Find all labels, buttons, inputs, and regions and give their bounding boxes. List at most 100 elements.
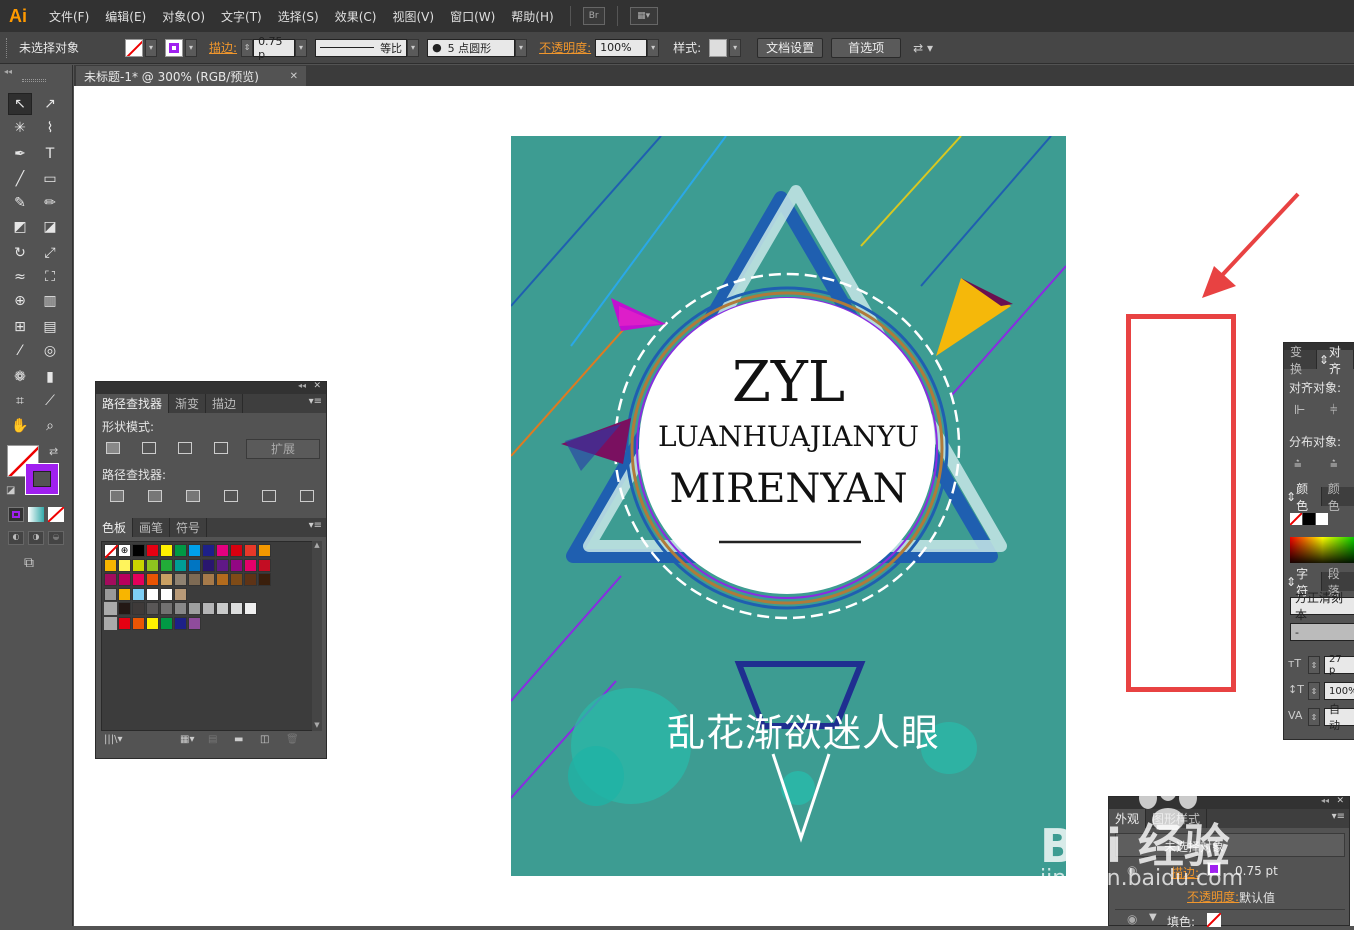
stroke-weight-stepper[interactable]: ⇕ [241,38,254,57]
document-tab[interactable]: 未标题-1* @ 300% (RGB/预览) ✕ [76,66,306,86]
swatch[interactable] [146,573,159,586]
exclude-icon[interactable] [214,442,228,454]
stroke-dropdown[interactable]: ▾ [185,38,198,57]
font-family-field[interactable]: 方正清刻本 [1290,591,1354,622]
free-transform-tool-icon[interactable]: ⛶ [38,266,62,288]
draw-behind-icon[interactable]: ◑ [28,531,44,545]
swatch[interactable] [202,602,215,615]
swatch[interactable] [216,573,229,586]
draw-normal-icon[interactable]: ◐ [8,531,24,545]
menu-file[interactable]: 文件(F) [41,8,97,25]
style-swatch[interactable] [709,38,728,57]
swatch[interactable] [216,544,229,557]
swatch[interactable] [146,587,159,601]
swatch[interactable] [132,602,145,615]
new-color-group-icon[interactable]: ▬ [234,734,243,745]
stroke-color-box[interactable] [25,463,59,495]
tab-appearance[interactable]: 外观 [1109,809,1147,828]
font-style-field[interactable]: - [1290,623,1354,641]
unite-icon[interactable] [106,442,120,454]
mesh-tool-icon[interactable]: ⊞ [8,316,32,338]
swatch[interactable] [216,558,229,572]
swatch[interactable] [188,573,201,586]
leading-stepper[interactable]: ⇕ [1308,682,1320,700]
expand-button[interactable]: 扩展 [246,439,320,459]
line-tool-icon[interactable]: ╱ [8,168,32,190]
appearance-stroke-row[interactable]: ◉ 描边: 0.75 pt [1115,859,1345,883]
swatch[interactable] [160,573,173,586]
swatch[interactable] [118,558,131,572]
swatch[interactable] [174,544,187,557]
swatch[interactable] [174,573,187,586]
paintbrush-tool-icon[interactable]: ✎ [8,192,32,214]
swatch-none[interactable] [104,544,119,559]
menu-type[interactable]: 文字(T) [213,8,270,25]
direct-selection-tool-icon[interactable]: ↗ [38,93,62,115]
color-mode-icon[interactable] [8,507,24,522]
blob-brush-tool-icon[interactable]: ◩ [8,216,32,238]
outline-icon[interactable] [262,490,276,502]
swatch[interactable] [244,573,257,586]
tab-stroke[interactable]: 描边 [206,394,244,413]
swatch[interactable] [244,544,257,557]
swatch[interactable] [174,587,187,601]
blend-tool-icon[interactable]: ◎ [38,340,62,362]
draw-inside-icon[interactable]: ◒ [48,531,64,545]
rotate-tool-icon[interactable]: ↻ [8,242,32,264]
menu-effect[interactable]: 效果(C) [327,8,385,25]
brush-dropdown[interactable]: ▾ [515,38,528,57]
font-size-field[interactable]: 27 p [1324,654,1354,676]
slice-tool-icon[interactable]: ⟋ [38,390,62,412]
color-spectrum[interactable] [1290,537,1354,563]
swatch-library-icon[interactable]: |||\▾ [104,734,123,745]
panel-menu-icon[interactable]: ▾≡ [1332,811,1345,822]
menu-help[interactable]: 帮助(H) [503,8,561,25]
leading-field[interactable]: 100% [1324,682,1354,700]
eyedropper-tool-icon[interactable]: ⁄ [8,340,32,362]
tab-symbols[interactable]: 符号 [170,518,208,537]
swatch[interactable] [188,602,201,615]
swatch[interactable] [132,558,145,572]
swatch[interactable] [104,573,117,586]
swatch-folder-icon[interactable] [104,602,117,615]
document-setup-button[interactable]: 文档设置 [757,37,824,58]
panel-menu-icon[interactable]: ▾≡ [309,520,322,531]
toolbox-grip[interactable] [22,79,46,82]
swatch[interactable] [132,616,145,630]
minus-back-icon[interactable] [300,490,314,502]
swatch[interactable] [230,544,243,557]
tracking-field[interactable]: 自动 [1324,703,1354,732]
delete-swatch-icon[interactable]: 🗑 [286,734,299,745]
tab-color[interactable]: ⇕ 颜色 [1284,482,1322,513]
minus-front-icon[interactable] [142,442,156,454]
opacity-field[interactable]: 100% [595,38,648,57]
stroke-profile-dropdown[interactable]: ▾ [407,38,420,57]
swatch[interactable] [202,558,215,572]
swatch[interactable] [160,558,173,572]
swatch[interactable] [104,587,117,601]
workspace-layout-icon[interactable]: ▦▾ [629,7,658,25]
fill-swatch[interactable] [125,38,144,57]
hand-tool-icon[interactable]: ✋ [8,415,32,437]
swatch[interactable] [188,544,201,557]
tab-color-guide[interactable]: 颜色 [1322,482,1354,513]
brush-field[interactable]: ● 5 点圆形 [427,38,516,57]
tab-align[interactable]: ⇕ 对齐 [1316,345,1354,376]
tab-graphic-styles[interactable]: 图形样式 [1146,809,1208,828]
none-mode-icon[interactable] [48,507,64,522]
stroke-profile-field[interactable]: 等比 [315,38,408,57]
divide-icon[interactable] [110,490,124,502]
appearance-stroke-label[interactable]: 描边: [1171,864,1199,881]
close-tab-icon[interactable]: ✕ [290,71,298,82]
visibility-eye-icon[interactable]: ◉ [1127,912,1137,926]
appearance-opacity-row[interactable]: 不透明度: 默认值 [1115,885,1345,907]
lasso-tool-icon[interactable]: ⌇ [38,117,62,139]
color-black-swatch[interactable] [1303,513,1315,525]
swatch[interactable] [104,558,117,572]
swatch-options-icon[interactable]: ▤ [208,734,217,745]
bridge-button[interactable]: Br [582,7,605,25]
stroke-swatch[interactable] [165,38,184,57]
collapse-icon[interactable]: ◂◂ [4,67,12,76]
stroke-label[interactable]: 描边: [209,39,237,56]
color-none-icon[interactable] [1290,513,1302,525]
